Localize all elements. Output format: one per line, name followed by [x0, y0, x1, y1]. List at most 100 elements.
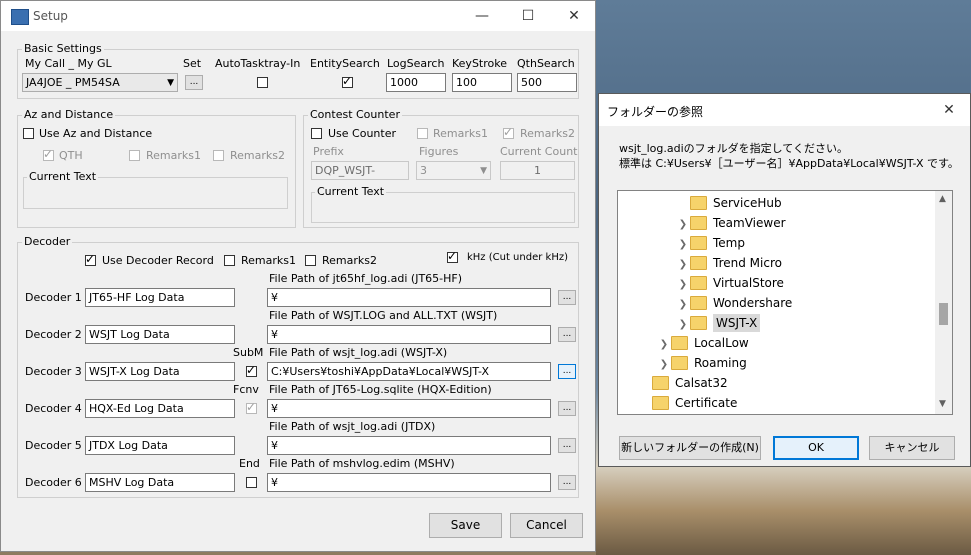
title-bar[interactable]: Setup — ☐ ✕	[1, 1, 595, 31]
autotasktray-checkbox[interactable]	[257, 77, 268, 88]
tree-item-temp[interactable]: ❯ Temp	[676, 233, 745, 253]
decoder-2-label: Decoder 2	[25, 328, 82, 341]
chevron-right-icon[interactable]: ❯	[676, 295, 690, 315]
tree-item-roaming[interactable]: ❯ Roaming	[657, 353, 747, 373]
decoder-4-path-input[interactable]: ¥	[267, 399, 551, 418]
folder-icon	[690, 255, 707, 270]
tree-item-wondershare[interactable]: ❯ Wondershare	[676, 293, 792, 313]
tree-item-teamviewer[interactable]: ❯ TeamViewer	[676, 213, 786, 233]
decoder-5-name-input[interactable]: JTDX Log Data	[85, 436, 235, 455]
scrollbar-thumb[interactable]	[939, 303, 948, 325]
contest-remarks1-label: Remarks1	[433, 127, 488, 140]
decoder-remarks1-checkbox[interactable]	[224, 255, 235, 266]
folder-tree[interactable]: ServiceHub ❯ TeamViewer ❯ Temp ❯ Trend Micr…	[617, 190, 953, 415]
close-button[interactable]: ✕	[551, 1, 597, 31]
tree-item-virtualstore[interactable]: ❯ VirtualStore	[676, 273, 784, 293]
use-az-checkbox[interactable]	[23, 128, 34, 139]
decoder-3-name-input[interactable]: WSJT-X Log Data	[85, 362, 235, 381]
chevron-right-icon[interactable]: ❯	[676, 215, 690, 235]
decoder-1-path-input[interactable]: ¥	[267, 288, 551, 307]
az-remarks2-checkbox[interactable]	[213, 150, 224, 161]
decoder-remarks2-label: Remarks2	[322, 254, 377, 267]
figures-combo[interactable]: 3 ▼	[416, 161, 491, 180]
tree-item-label: LocalLow	[694, 336, 749, 350]
chevron-right-icon[interactable]: ❯	[657, 335, 671, 355]
use-counter-label: Use Counter	[328, 127, 397, 140]
contest-counter-label: Contest Counter	[308, 108, 402, 121]
chevron-right-icon[interactable]: ❯	[676, 235, 690, 255]
minimize-button[interactable]: —	[459, 1, 505, 31]
decoder-3-browse-button[interactable]: ...	[558, 364, 576, 379]
az-remarks1-checkbox[interactable]	[129, 150, 140, 161]
decoder-6-browse-button[interactable]: ...	[558, 475, 576, 490]
tree-item-calsat32[interactable]: Calsat32	[638, 373, 728, 393]
chevron-right-icon[interactable]: ❯	[657, 355, 671, 375]
contest-remarks2-checkbox[interactable]: ✓	[503, 125, 514, 139]
decoder-4-browse-button[interactable]: ...	[558, 401, 576, 416]
decoder-2-name-input[interactable]: WSJT Log Data	[85, 325, 235, 344]
entitysearch-label: EntitySearch	[310, 57, 380, 70]
decoder-remarks2-checkbox[interactable]	[305, 255, 316, 266]
scroll-up-icon[interactable]: ▲	[939, 194, 946, 204]
check-icon: ✓	[85, 252, 96, 266]
dialog-cancel-button[interactable]: キャンセル	[869, 436, 955, 460]
decoder-5-label: Decoder 5	[25, 439, 82, 452]
chevron-right-icon[interactable]: ❯	[676, 275, 690, 295]
save-button[interactable]: Save	[429, 513, 502, 538]
fcnv-checkbox[interactable]: ✓	[246, 400, 257, 414]
decoder-1-name-input[interactable]: JT65-HF Log Data	[85, 288, 235, 307]
maximize-button[interactable]: ☐	[505, 1, 551, 31]
scroll-down-icon[interactable]: ▼	[939, 399, 946, 409]
use-counter-checkbox[interactable]	[311, 128, 322, 139]
folder-icon	[690, 295, 707, 310]
current-count-input[interactable]: 1	[500, 161, 575, 180]
decoder-5-path-input[interactable]: ¥	[267, 436, 551, 455]
qthsearch-input[interactable]: 500	[517, 73, 577, 92]
submode-checkbox[interactable]: ✓	[246, 363, 257, 377]
decoder-4-name-input[interactable]: HQX-Ed Log Data	[85, 399, 235, 418]
decoder-6-name-input[interactable]: MSHV Log Data	[85, 473, 235, 492]
logsearch-input[interactable]: 1000	[386, 73, 446, 92]
mycall-combo[interactable]: JA4JOE _ PM54SA ▼	[22, 73, 178, 92]
decoder-5-browse-button[interactable]: ...	[558, 438, 576, 453]
tree-item-locallow[interactable]: ❯ LocalLow	[657, 333, 749, 353]
tree-item-trend-micro[interactable]: ❯ Trend Micro	[676, 253, 782, 273]
decoder-1-browse-button[interactable]: ...	[558, 290, 576, 305]
ok-button[interactable]: OK	[773, 436, 859, 460]
tree-item-wsjt-x[interactable]: ❯ WSJT-X	[676, 313, 761, 335]
check-icon: ✓	[447, 249, 458, 263]
tree-item-label: Temp	[713, 236, 745, 250]
use-decoder-record-checkbox[interactable]: ✓	[85, 252, 96, 266]
chevron-down-icon: ▼	[480, 166, 487, 176]
tree-item-servicehub[interactable]: ServiceHub	[676, 193, 782, 213]
dialog-title-bar[interactable]: フォルダーの参照 ✕	[599, 94, 970, 126]
az-qth-checkbox[interactable]: ✓	[43, 147, 54, 161]
tree-item-label: VirtualStore	[713, 276, 784, 290]
new-folder-button[interactable]: 新しいフォルダーの作成(N)	[619, 436, 761, 460]
entitysearch-checkbox[interactable]: ✓	[342, 74, 353, 88]
keystroke-input[interactable]: 100	[452, 73, 512, 92]
prefix-input[interactable]: DQP_WSJT-	[311, 161, 409, 180]
dialog-close-button[interactable]: ✕	[927, 94, 971, 126]
tree-scrollbar[interactable]: ▲ ▼	[935, 191, 952, 414]
submode-label: SubM	[233, 346, 264, 359]
cancel-button[interactable]: Cancel	[510, 513, 583, 538]
decoder-6-path-input[interactable]: ¥	[267, 473, 551, 492]
end-checkbox[interactable]	[246, 477, 257, 488]
tree-item-label: Roaming	[694, 356, 747, 370]
tree-item-certificate[interactable]: Certificate	[638, 393, 737, 413]
set-button[interactable]: ...	[185, 75, 203, 90]
check-icon: ✓	[43, 147, 54, 161]
tree-item-label: Trend Micro	[713, 256, 782, 270]
decoder-3-path-label: File Path of wsjt_log.adi (WSJT-X)	[269, 346, 448, 359]
decoder-2-path-input[interactable]: ¥	[267, 325, 551, 344]
current-count-label: Current Count	[500, 145, 578, 158]
chevron-right-icon[interactable]: ❯	[676, 255, 690, 275]
az-remarks1-label: Remarks1	[146, 149, 201, 162]
contest-remarks1-checkbox[interactable]	[417, 128, 428, 139]
folder-icon	[671, 355, 688, 370]
chevron-right-icon[interactable]: ❯	[676, 315, 690, 335]
decoder-3-path-input[interactable]: C:¥Users¥toshi¥AppData¥Local¥WSJT-X	[267, 362, 551, 381]
khz-checkbox[interactable]: ✓	[447, 249, 458, 263]
decoder-2-browse-button[interactable]: ...	[558, 327, 576, 342]
